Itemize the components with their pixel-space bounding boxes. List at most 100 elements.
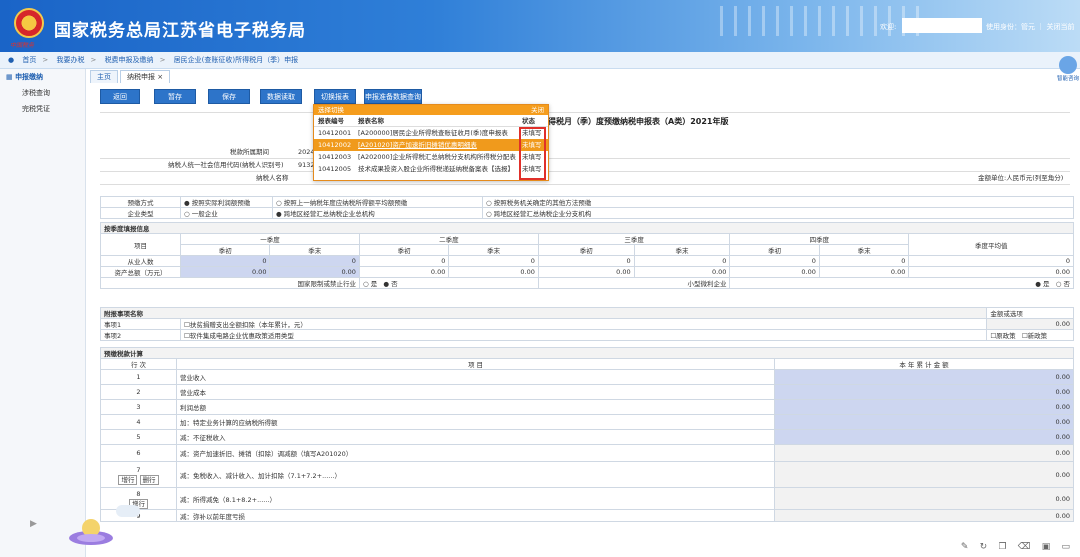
row-col-header: 行 次 <box>100 358 177 370</box>
assets-q1-start[interactable]: 0.00 <box>179 266 271 278</box>
calc-row-value: 0.00 <box>774 487 1074 510</box>
add-row-button[interactable]: 增行 <box>118 474 138 485</box>
item1-text: 扶贫捐赠支出全额扣除（本年累计，元） <box>189 321 307 329</box>
location-pin-icon: ● <box>8 56 15 64</box>
mascot-icon[interactable] <box>66 508 116 548</box>
sidebar-item-query[interactable]: 涉税查询 <box>0 85 85 101</box>
user-identity-links[interactable]: 使用身份：管元 ｜ 关闭当前 <box>986 22 1074 32</box>
ytd-col-header: 本 年 累 计 金 额 <box>774 358 1074 370</box>
radio-icon: ● <box>1035 280 1041 288</box>
popup-report-row[interactable]: 10412003 [A202000]企业所得税汇总纳税分支机构所得税分配表 未填… <box>314 151 548 163</box>
calc-row-label: 减：免税收入、减计收入、加计扣除（7.1+7.2+......） <box>176 461 775 488</box>
radio-icon: ○ <box>486 210 492 218</box>
breadcrumb-home[interactable]: 首页 <box>22 56 36 64</box>
calc-row-value[interactable]: 0.00 <box>774 384 1074 400</box>
calc-row-value: 0.00 <box>774 461 1074 488</box>
calc-row-label: 营业成本 <box>176 384 775 400</box>
taxpayer-id-label: 纳税人统一社会信用代码(纳税人识别号) <box>168 161 284 169</box>
calc-table: 预缴税款计算 行 次 项 目 本 年 累 计 金 额 1 营业收入 0.00 2 营业… <box>100 347 1074 522</box>
quarter-table: 按季度填报信息 项目 一季度 二季度 三季度 四季度 季度平均值 季初 季末 季初… <box>100 222 1074 289</box>
calc-row-value: 0.00 <box>774 444 1074 462</box>
calc-row-label: 减：弥补以前年度亏损 <box>176 509 775 522</box>
small-label: 小型微利企业 <box>537 277 731 289</box>
popup-report-row[interactable]: 10412005 技术成果投资入股企业所得税递延纳税备案表【选报】 未填写 <box>314 163 548 175</box>
read-data-button[interactable]: 数据读取 <box>260 89 302 104</box>
period-label: 税款所属期间 <box>230 148 269 156</box>
temp-save-button[interactable]: 暂存 <box>154 89 196 104</box>
method-option-average: 按照上一纳税年度应纳税所得额平均额预缴 <box>283 199 408 207</box>
radio-icon: ○ <box>184 210 190 218</box>
pen-icon[interactable]: ✎ <box>961 542 969 552</box>
popup-close-button[interactable]: 关闭 <box>531 105 544 115</box>
amount-or-option-header: 金额或选项 <box>986 307 1074 319</box>
refresh-icon[interactable]: ↻ <box>980 542 988 552</box>
attached-table: 附报事项名称 金额或选项 事项1 ☐扶贫捐赠支出全额扣除（本年累计，元） 0.0… <box>99 307 1074 341</box>
tab-bar: 主页 纳税申报 × <box>90 70 172 83</box>
trash-icon[interactable]: ⌫ <box>1018 542 1031 552</box>
project-col-header: 项 目 <box>176 358 775 370</box>
breadcrumb-tax-handling[interactable]: 我要办税 <box>56 56 84 64</box>
employees-label: 从业人数 <box>100 255 181 267</box>
gallery-icon[interactable]: ▣ <box>1042 542 1051 552</box>
assets-q1-end[interactable]: 0.00 <box>269 266 360 278</box>
sidebar-item-declaration[interactable]: ▦ 申报缴纳 <box>0 69 85 85</box>
radio-icon: ○ <box>1055 280 1062 288</box>
copy-icon[interactable]: ❐ <box>998 542 1006 552</box>
tab-home[interactable]: 主页 <box>90 70 118 83</box>
sidebar-collapse-handle[interactable]: ▶ <box>30 519 37 533</box>
close-icon[interactable]: × <box>157 73 163 81</box>
save-button[interactable]: 保存 <box>208 89 250 104</box>
type-option-branch: 跨地区经营汇总纳税企业分支机构 <box>493 210 592 218</box>
item1-value[interactable]: 0.00 <box>986 318 1074 330</box>
site-title: 国家税务总局江苏省电子税务局 <box>54 21 306 41</box>
method-option-actual: 按照实际利润额预缴 <box>191 199 251 207</box>
employees-q1-start[interactable]: 0 <box>179 255 271 267</box>
item2-text: 软件集成电路企业优惠政策适用类型 <box>189 332 294 340</box>
calc-row-value[interactable]: 0.00 <box>774 399 1074 415</box>
breadcrumb-declaration[interactable]: 税费申报及缴纳 <box>105 56 154 64</box>
popup-report-row[interactable]: 10412001 [A200000]居民企业所得税查账征收月(季)度申报表 未填… <box>314 127 548 139</box>
popup-header-row: 报表编号 报表名称 状态 <box>314 115 548 127</box>
type-option-head: 跨地区经营汇总纳税企业总机构 <box>283 210 375 218</box>
sidebar: ▦ 申报缴纳 涉税查询 完税凭证 ▶ <box>0 69 86 557</box>
q2-header: 二季度 <box>358 233 539 245</box>
section-quarter: 按季度填报信息 <box>100 222 1074 234</box>
form-title: 所得税月（季）度预缴纳税申报表（A类）2021年版 <box>540 117 729 126</box>
calc-row-label: 减：不征税收入 <box>176 429 775 445</box>
calc-row-label: 减：所得减免（8.1+8.2+......） <box>176 487 775 510</box>
sidebar-item-certificate[interactable]: 完税凭证 <box>0 101 85 117</box>
method-table: 预缴方式 ● 按照实际利润额预缴 ○ 按照上一纳税年度应纳税所得额平均额预缴 ○… <box>100 196 1074 219</box>
back-button[interactable]: 返回 <box>100 89 140 104</box>
calc-row-value[interactable]: 0.00 <box>774 429 1074 445</box>
q3-header: 三季度 <box>537 233 731 245</box>
status-highlight-box <box>519 127 546 180</box>
assets-label: 资产总额（万元） <box>100 266 181 278</box>
radio-icon: ○ <box>276 199 282 207</box>
employees-q1-end[interactable]: 0 <box>269 255 360 267</box>
prep-data-query-button[interactable]: 申报准备数据查询 <box>364 89 422 104</box>
tab-declaration[interactable]: 纳税申报 × <box>120 70 171 83</box>
popup-title-bar: 选择切换 关闭 <box>314 105 548 115</box>
radio-icon: ● <box>383 280 390 288</box>
calc-row-value: 0.00 <box>774 509 1074 522</box>
q1-header: 一季度 <box>180 233 360 245</box>
calc-row-value[interactable]: 0.00 <box>774 369 1074 385</box>
report-switch-popup: 选择切换 关闭 报表编号 报表名称 状态 10412001 [A200000]居… <box>313 104 549 181</box>
breadcrumb: ● 首页 > 我要办税 > 税费申报及缴纳 > 居民企业(查账征收)所得税月（季）申报 <box>0 52 1080 69</box>
bottom-tray: ✎ ↻ ❐ ⌫ ▣ ▭ <box>952 542 1070 554</box>
type-option-general: 一般企业 <box>191 210 218 218</box>
q4-header: 四季度 <box>729 233 910 245</box>
calc-row-value[interactable]: 0.00 <box>774 414 1074 430</box>
switch-report-button[interactable]: 切换报表 <box>314 89 356 104</box>
grid-icon: ▦ <box>6 73 16 81</box>
calc-row-label: 利润总额 <box>176 399 775 415</box>
method-label: 预缴方式 <box>100 196 181 208</box>
emblem-text: 中国税务 <box>10 42 35 49</box>
avg-header: 季度平均值 <box>908 233 1074 256</box>
delete-row-button[interactable]: 删行 <box>139 474 159 485</box>
smart-assistant[interactable]: 智能咨询 <box>1056 56 1080 84</box>
popup-report-row-selected[interactable]: 10412002 [A201020]资产加速折旧摊销优惠明细表 未填写 <box>314 139 548 151</box>
radio-icon: ○ <box>486 199 492 207</box>
method-option-other: 按照税务机关确定的其他方法预缴 <box>493 199 592 207</box>
screen-icon[interactable]: ▭ <box>1061 542 1070 552</box>
